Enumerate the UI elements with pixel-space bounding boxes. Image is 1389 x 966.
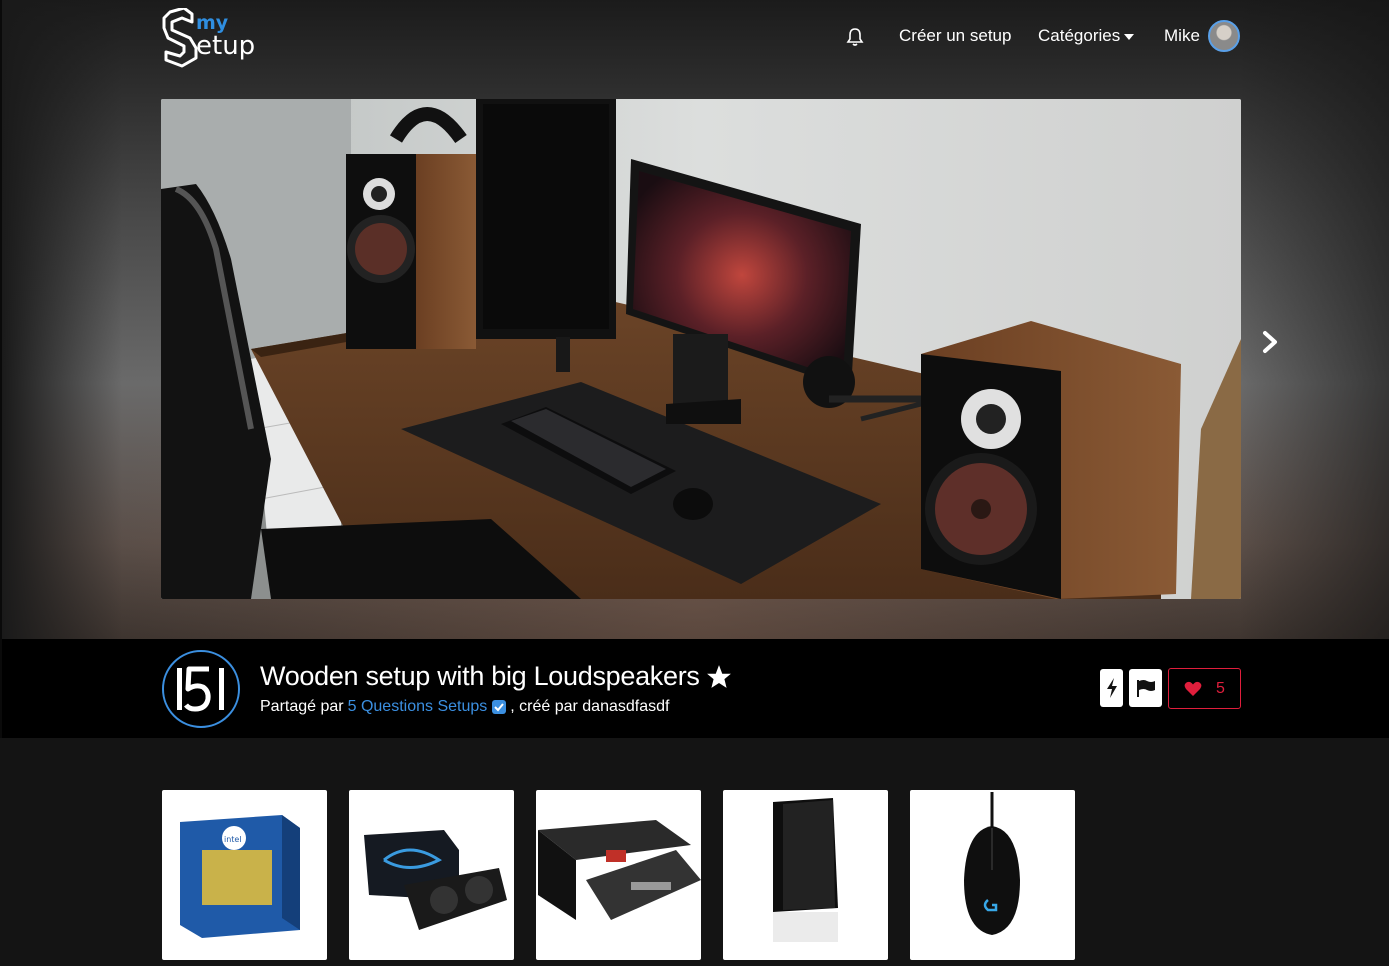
heart-icon [1184,681,1202,696]
brand-logo[interactable] [161,649,241,729]
create-setup-link[interactable]: Créer un setup [899,26,1011,46]
setup-photo-illustration [161,99,1241,599]
mysetup-logo[interactable]: my etup [162,8,262,68]
setup-byline: Partagé par 5 Questions Setups , créé pa… [260,698,669,716]
report-button[interactable] [1129,669,1162,707]
star-icon[interactable] [706,664,732,690]
product-image-gigabyte-gpu [364,830,507,930]
shared-by-link[interactable]: 5 Questions Setups [348,698,488,716]
setup-title-row: Wooden setup with big Loudspeakers [260,661,732,692]
chevron-down-icon [1124,33,1135,40]
chevron-right-icon[interactable] [1258,328,1282,356]
top-navbar: my etup Créer un setup Catégories Mike [0,0,1389,80]
flag-icon [1136,680,1155,697]
bell-icon[interactable] [846,27,864,47]
created-by: , créé par danasdfasdf [510,698,670,715]
product-image-asrock-motherboard [538,820,701,920]
product-image-pc-case [773,798,838,942]
product-image-logitech-mouse [964,792,1020,935]
verified-icon [492,700,507,714]
like-count: 5 [1216,679,1225,697]
page-title: Wooden setup with big Loudspeakers [260,661,700,691]
like-button[interactable]: 5 [1168,668,1241,709]
product-card[interactable] [349,790,514,960]
lightning-icon [1106,678,1117,698]
product-card[interactable] [910,790,1075,960]
product-card[interactable] [723,790,888,960]
shared-prefix: Partagé par [260,698,344,715]
boost-button[interactable] [1100,669,1123,707]
svg-text:etup: etup [196,31,255,61]
product-image-intel-cpu-box: intel [180,815,300,938]
categories-dropdown[interactable]: Catégories [1038,26,1135,46]
user-name[interactable]: Mike [1164,26,1200,46]
svg-text:intel: intel [224,835,242,844]
product-card[interactable]: intel [162,790,327,960]
avatar[interactable] [1208,20,1240,52]
categories-label: Catégories [1038,26,1121,45]
setup-photo[interactable] [161,99,1241,599]
product-card[interactable] [536,790,701,960]
